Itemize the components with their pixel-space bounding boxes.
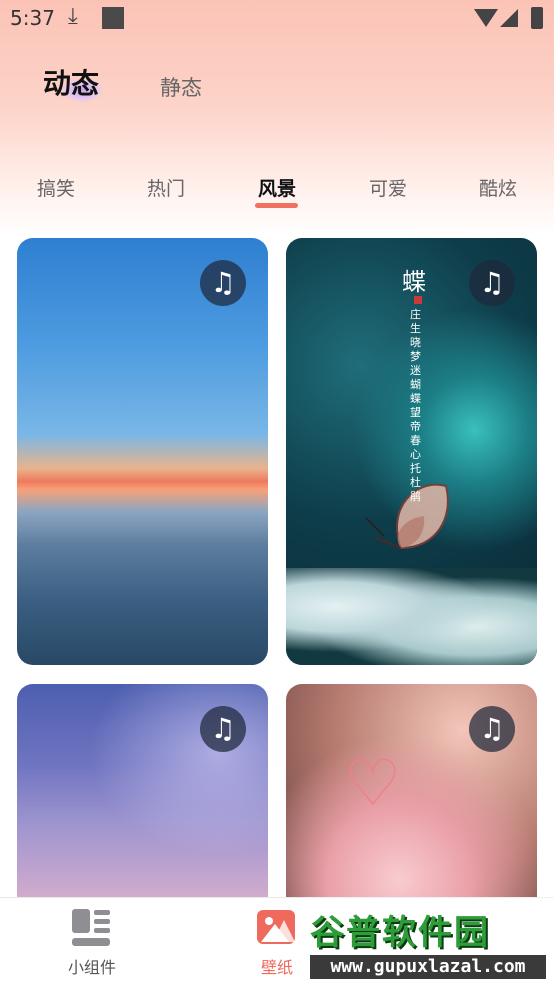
status-time: 5:37: [10, 6, 55, 30]
category-active-indicator: [255, 203, 298, 208]
wifi-icon: [474, 9, 498, 27]
category-tab-funny[interactable]: 搞笑: [37, 174, 75, 201]
poem-seal: [414, 296, 422, 304]
wallpaper-card-sky-clouds[interactable]: ♫: [17, 238, 268, 665]
tab-static[interactable]: 静态: [160, 72, 202, 102]
poem-line: 望帝春心托杜鹃: [410, 406, 421, 503]
heart-icon: ♡: [344, 747, 402, 821]
widget-icon: [72, 909, 112, 947]
nav-item-widgets[interactable]: 小组件: [32, 898, 152, 985]
watermark-url: www.gupuxlazal.com: [310, 955, 546, 979]
category-tab-cute[interactable]: 可爱: [369, 174, 407, 201]
category-tab-scenery[interactable]: 风景: [258, 174, 296, 201]
nav-item-label: 小组件: [67, 958, 116, 977]
category-tab-cool[interactable]: 酷炫: [479, 174, 517, 201]
poem-title: 蝶: [402, 268, 426, 296]
wallpaper-card-starry-sky[interactable]: ♫: [17, 684, 268, 914]
watermark-brand: 谷普软件园: [310, 913, 490, 953]
tab-dynamic[interactable]: 动态: [43, 62, 99, 102]
download-icon: ⤓: [68, 4, 78, 29]
butterfly-image: [365, 483, 449, 550]
wallpaper-card-butterfly[interactable]: 蝶 庄生晓梦迷蝴蝶 望帝春心托杜鹃 ♫: [286, 238, 537, 665]
battery-icon: [531, 7, 543, 29]
watermark: 谷普软件园 www.gupuxlazal.com: [304, 897, 554, 984]
wallpaper-icon: [257, 910, 295, 944]
category-tab-hot[interactable]: 热门: [147, 174, 185, 201]
flowers-image: [286, 568, 537, 665]
music-note-icon[interactable]: ♫: [469, 706, 515, 752]
status-bar: 5:37 ⤓: [0, 0, 554, 36]
wallpaper-card-flowers-heart[interactable]: ♡ ♫: [286, 684, 537, 914]
music-note-icon[interactable]: ♫: [469, 260, 515, 306]
music-note-icon[interactable]: ♫: [200, 706, 246, 752]
poem-line: 庄生晓梦迷蝴蝶: [410, 308, 421, 405]
signal-icon: [500, 9, 518, 27]
music-note-icon[interactable]: ♫: [200, 260, 246, 306]
notification-icon: [102, 7, 124, 29]
